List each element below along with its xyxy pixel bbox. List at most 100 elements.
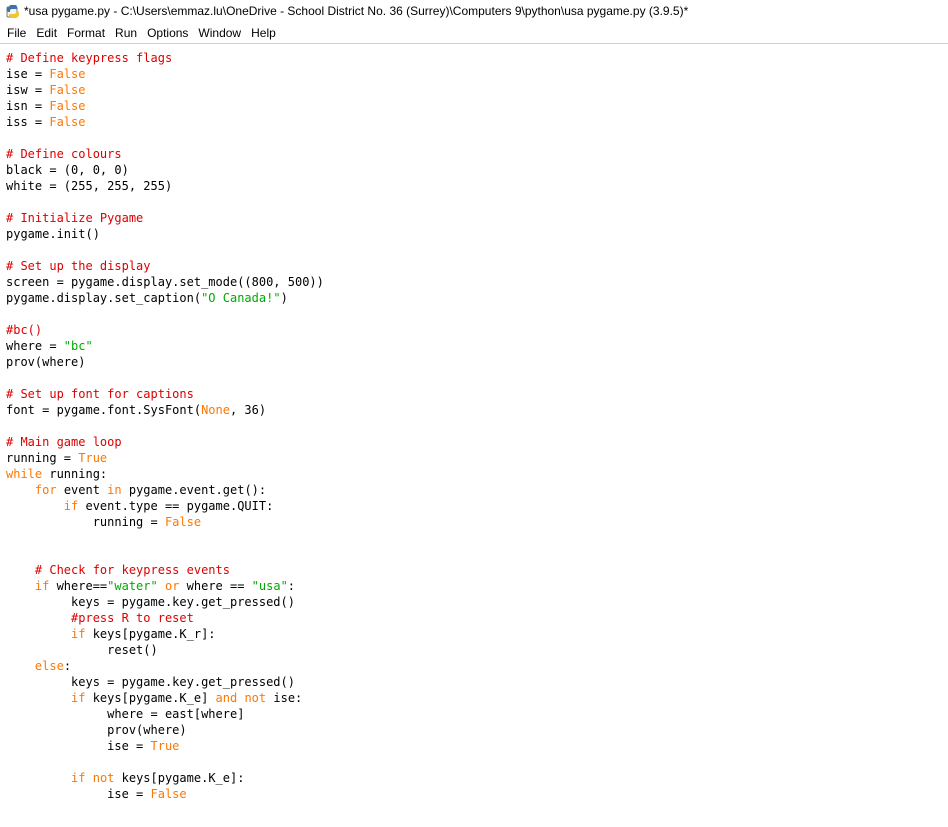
code-line[interactable]: ise = False [6,786,948,802]
code-token-plain: keys[pygame.K_r]: [85,627,216,641]
code-line[interactable]: ise = False [6,66,948,82]
code-token-string: "bc" [63,339,93,353]
menu-format[interactable]: Format [62,22,110,44]
menu-run[interactable]: Run [110,22,142,44]
code-token-comment: # Define colours [6,147,122,161]
code-line[interactable]: isn = False [6,98,948,114]
code-line[interactable]: for event in pygame.event.get(): [6,482,948,498]
code-line[interactable] [6,194,948,210]
code-line[interactable] [6,530,948,546]
code-line[interactable]: pygame.display.set_caption("O Canada!") [6,290,948,306]
code-line[interactable]: pygame.init() [6,226,948,242]
code-line[interactable]: if keys[pygame.K_e] and not ise: [6,690,948,706]
code-line[interactable]: #press R to reset [6,610,948,626]
code-line[interactable]: # Check for keypress events [6,562,948,578]
code-line[interactable] [6,370,948,386]
code-line[interactable]: # Main game loop [6,434,948,450]
code-token-plain: ise: [266,691,303,705]
menu-file[interactable]: File [2,22,31,44]
idle-editor-window: *usa pygame.py - C:\Users\emmaz.lu\OneDr… [0,0,948,827]
code-token-keyword: or [164,579,180,593]
code-editor[interactable]: # Define keypress flags ise = False isw = … [0,44,948,827]
code-token-plain: prov(where) [6,723,187,737]
code-line[interactable]: reset() [6,642,948,658]
code-token-keyword: in [107,483,122,497]
code-line[interactable]: else: [6,658,948,674]
code-token-keyword: False [164,515,202,529]
code-token-comment: # Set up the display [6,259,151,273]
code-token-keyword: if [71,771,86,785]
code-token-keyword: if [71,691,86,705]
code-line[interactable]: # Define colours [6,146,948,162]
code-line[interactable]: running = False [6,514,948,530]
code-line[interactable]: prov(where) [6,722,948,738]
code-token-plain: running = [6,515,165,529]
code-text-area[interactable]: # Define keypress flags ise = False isw = … [0,44,948,802]
code-token-plain: running = [6,451,79,465]
code-token-plain: pygame.display.set_caption( [6,291,202,305]
code-line[interactable]: where = east[where] [6,706,948,722]
code-token-comment: # Initialize Pygame [6,211,144,225]
code-line[interactable] [6,306,948,322]
code-token-keyword: else [34,659,64,673]
code-token-keyword: while [6,467,43,481]
code-token-keyword: if [71,627,86,641]
code-line[interactable]: if where=="water" or where == "usa": [6,578,948,594]
code-line[interactable] [6,242,948,258]
code-token-keyword: False [49,115,86,129]
code-line[interactable]: font = pygame.font.SysFont(None, 36) [6,402,948,418]
code-line[interactable]: # Set up the display [6,258,948,274]
menu-help[interactable]: Help [246,22,281,44]
code-line[interactable]: prov(where) [6,354,948,370]
code-token-plain: font = pygame.font.SysFont( [6,403,202,417]
code-line[interactable] [6,754,948,770]
code-token-plain: white = (255, 255, 255) [6,179,173,193]
code-token-plain: ) [280,291,288,305]
code-line[interactable]: ise = True [6,738,948,754]
code-token-plain: where = east[where] [6,707,245,721]
code-line[interactable]: if event.type == pygame.QUIT: [6,498,948,514]
menu-window[interactable]: Window [193,22,246,44]
code-line[interactable]: keys = pygame.key.get_pressed() [6,674,948,690]
code-token-keyword: and [215,691,238,705]
code-line[interactable]: keys = pygame.key.get_pressed() [6,594,948,610]
code-line[interactable]: black = (0, 0, 0) [6,162,948,178]
code-line[interactable]: running = True [6,450,948,466]
code-line[interactable] [6,418,948,434]
code-line[interactable]: if keys[pygame.K_r]: [6,626,948,642]
code-line[interactable]: # Initialize Pygame [6,210,948,226]
menu-options[interactable]: Options [142,22,193,44]
code-line[interactable]: # Set up font for captions [6,386,948,402]
menu-edit[interactable]: Edit [31,22,62,44]
code-token-plain: keys = pygame.key.get_pressed() [6,595,295,609]
title-bar[interactable]: *usa pygame.py - C:\Users\emmaz.lu\OneDr… [0,0,948,22]
code-line[interactable]: white = (255, 255, 255) [6,178,948,194]
code-line[interactable]: screen = pygame.display.set_mode((800, 5… [6,274,948,290]
python-idle-icon[interactable] [6,4,20,18]
code-token-plain: where = [6,339,64,353]
code-line[interactable]: #bc() [6,322,948,338]
code-line[interactable]: iss = False [6,114,948,130]
code-token-plain: ise = [6,739,151,753]
code-token-plain: screen = pygame.display.set_mode((800, 5… [6,275,324,289]
code-token-keyword: if [34,579,50,593]
code-line[interactable]: if not keys[pygame.K_e]: [6,770,948,786]
code-token-plain: ise = [6,67,50,81]
code-token-plain: ise = [6,787,151,801]
code-line[interactable] [6,546,948,562]
code-token-keyword: False [150,787,187,801]
code-token-keyword: not [244,691,267,705]
code-line[interactable]: isw = False [6,82,948,98]
code-token-keyword: True [150,739,180,753]
code-line[interactable]: # Define keypress flags [6,50,948,66]
code-line[interactable] [6,130,948,146]
code-token-keyword: False [49,83,86,97]
code-line[interactable]: where = "bc" [6,338,948,354]
code-token-plain: pygame.event.get(): [121,483,267,497]
code-line[interactable]: while running: [6,466,948,482]
